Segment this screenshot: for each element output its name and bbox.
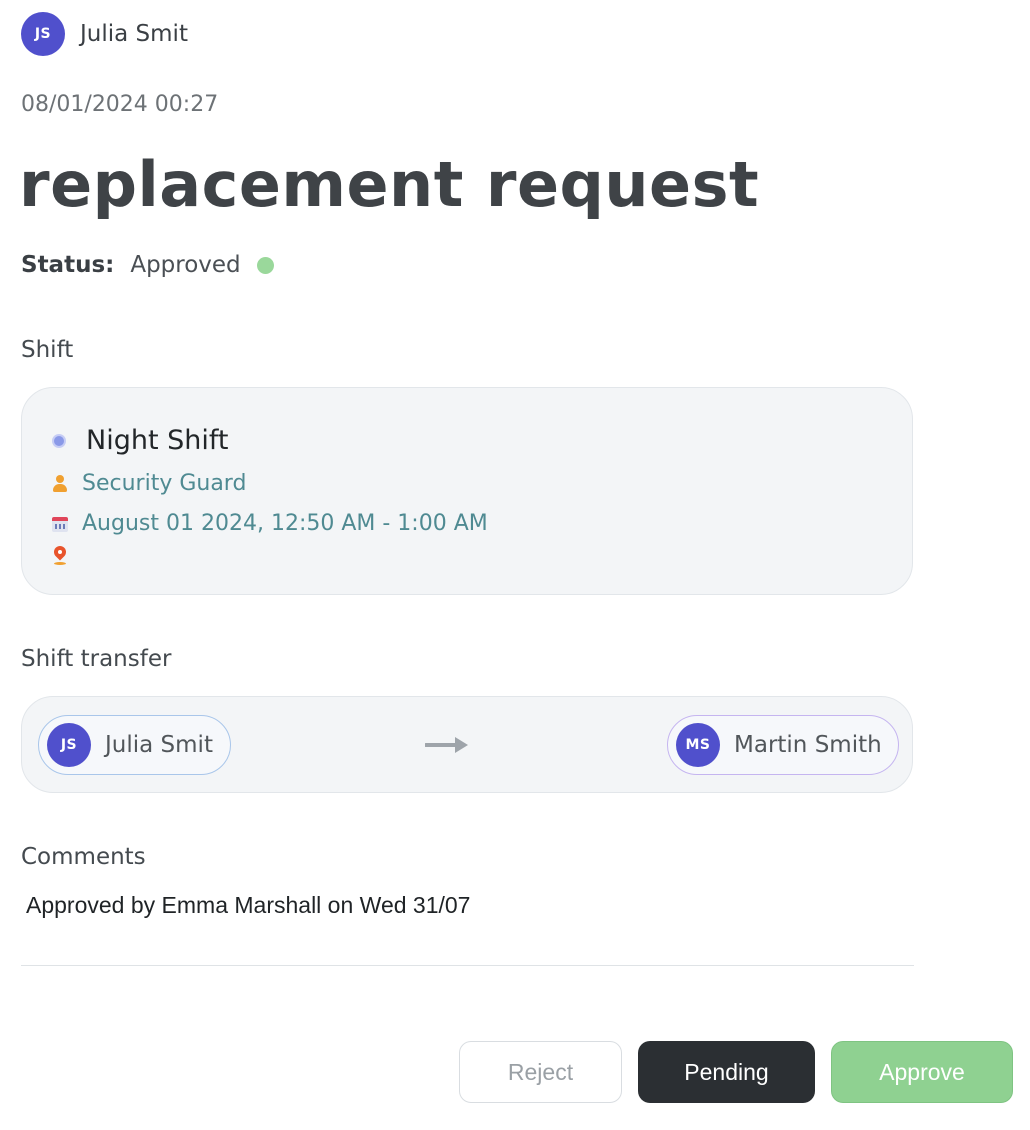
arrow-right-icon (425, 737, 468, 753)
shift-location-row (51, 543, 82, 566)
author-avatar[interactable]: JS (21, 12, 65, 56)
shift-role: Security Guard (82, 471, 247, 496)
pending-button[interactable]: Pending (638, 1041, 815, 1103)
transfer-section-label: Shift transfer (21, 646, 172, 672)
transfer-to-avatar: MS (676, 723, 720, 767)
status-label: Status: (21, 252, 115, 278)
shift-transfer-card: JS Julia Smit MS Martin Smith (21, 696, 913, 793)
transfer-from-name: Julia Smit (105, 732, 213, 758)
shift-dot-icon (52, 433, 66, 448)
divider (21, 965, 914, 966)
status-value: Approved (130, 252, 241, 278)
shift-name: Night Shift (86, 425, 229, 456)
shift-role-row: Security Guard (52, 471, 246, 496)
transfer-from-avatar: JS (47, 723, 91, 767)
transfer-to-name: Martin Smith (734, 732, 882, 758)
status-indicator-dot (256, 256, 274, 274)
author-header: JS Julia Smit (21, 12, 188, 56)
transfer-from-chip[interactable]: JS Julia Smit (38, 715, 231, 775)
author-name[interactable]: Julia Smit (80, 21, 188, 47)
shift-section-label: Shift (21, 337, 74, 363)
comment-text: Approved by Emma Marshall on Wed 31/07 (26, 892, 471, 918)
approve-button[interactable]: Approve (831, 1041, 1013, 1103)
person-icon (52, 474, 68, 493)
shift-name-row: Night Shift (52, 425, 229, 456)
shift-card: Night Shift Security Guard August 01 202… (21, 387, 913, 595)
transfer-to-chip[interactable]: MS Martin Smith (667, 715, 899, 775)
calendar-icon (52, 516, 68, 532)
page-title: replacement request (19, 148, 760, 221)
request-timestamp: 08/01/2024 00:27 (21, 92, 219, 117)
shift-datetime-row: August 01 2024, 12:50 AM - 1:00 AM (52, 511, 488, 536)
status-row: Status: Approved (21, 252, 274, 278)
comments-section-label: Comments (21, 844, 146, 870)
reject-button[interactable]: Reject (459, 1041, 622, 1103)
shift-datetime: August 01 2024, 12:50 AM - 1:00 AM (82, 511, 488, 536)
location-pin-icon (51, 543, 69, 566)
